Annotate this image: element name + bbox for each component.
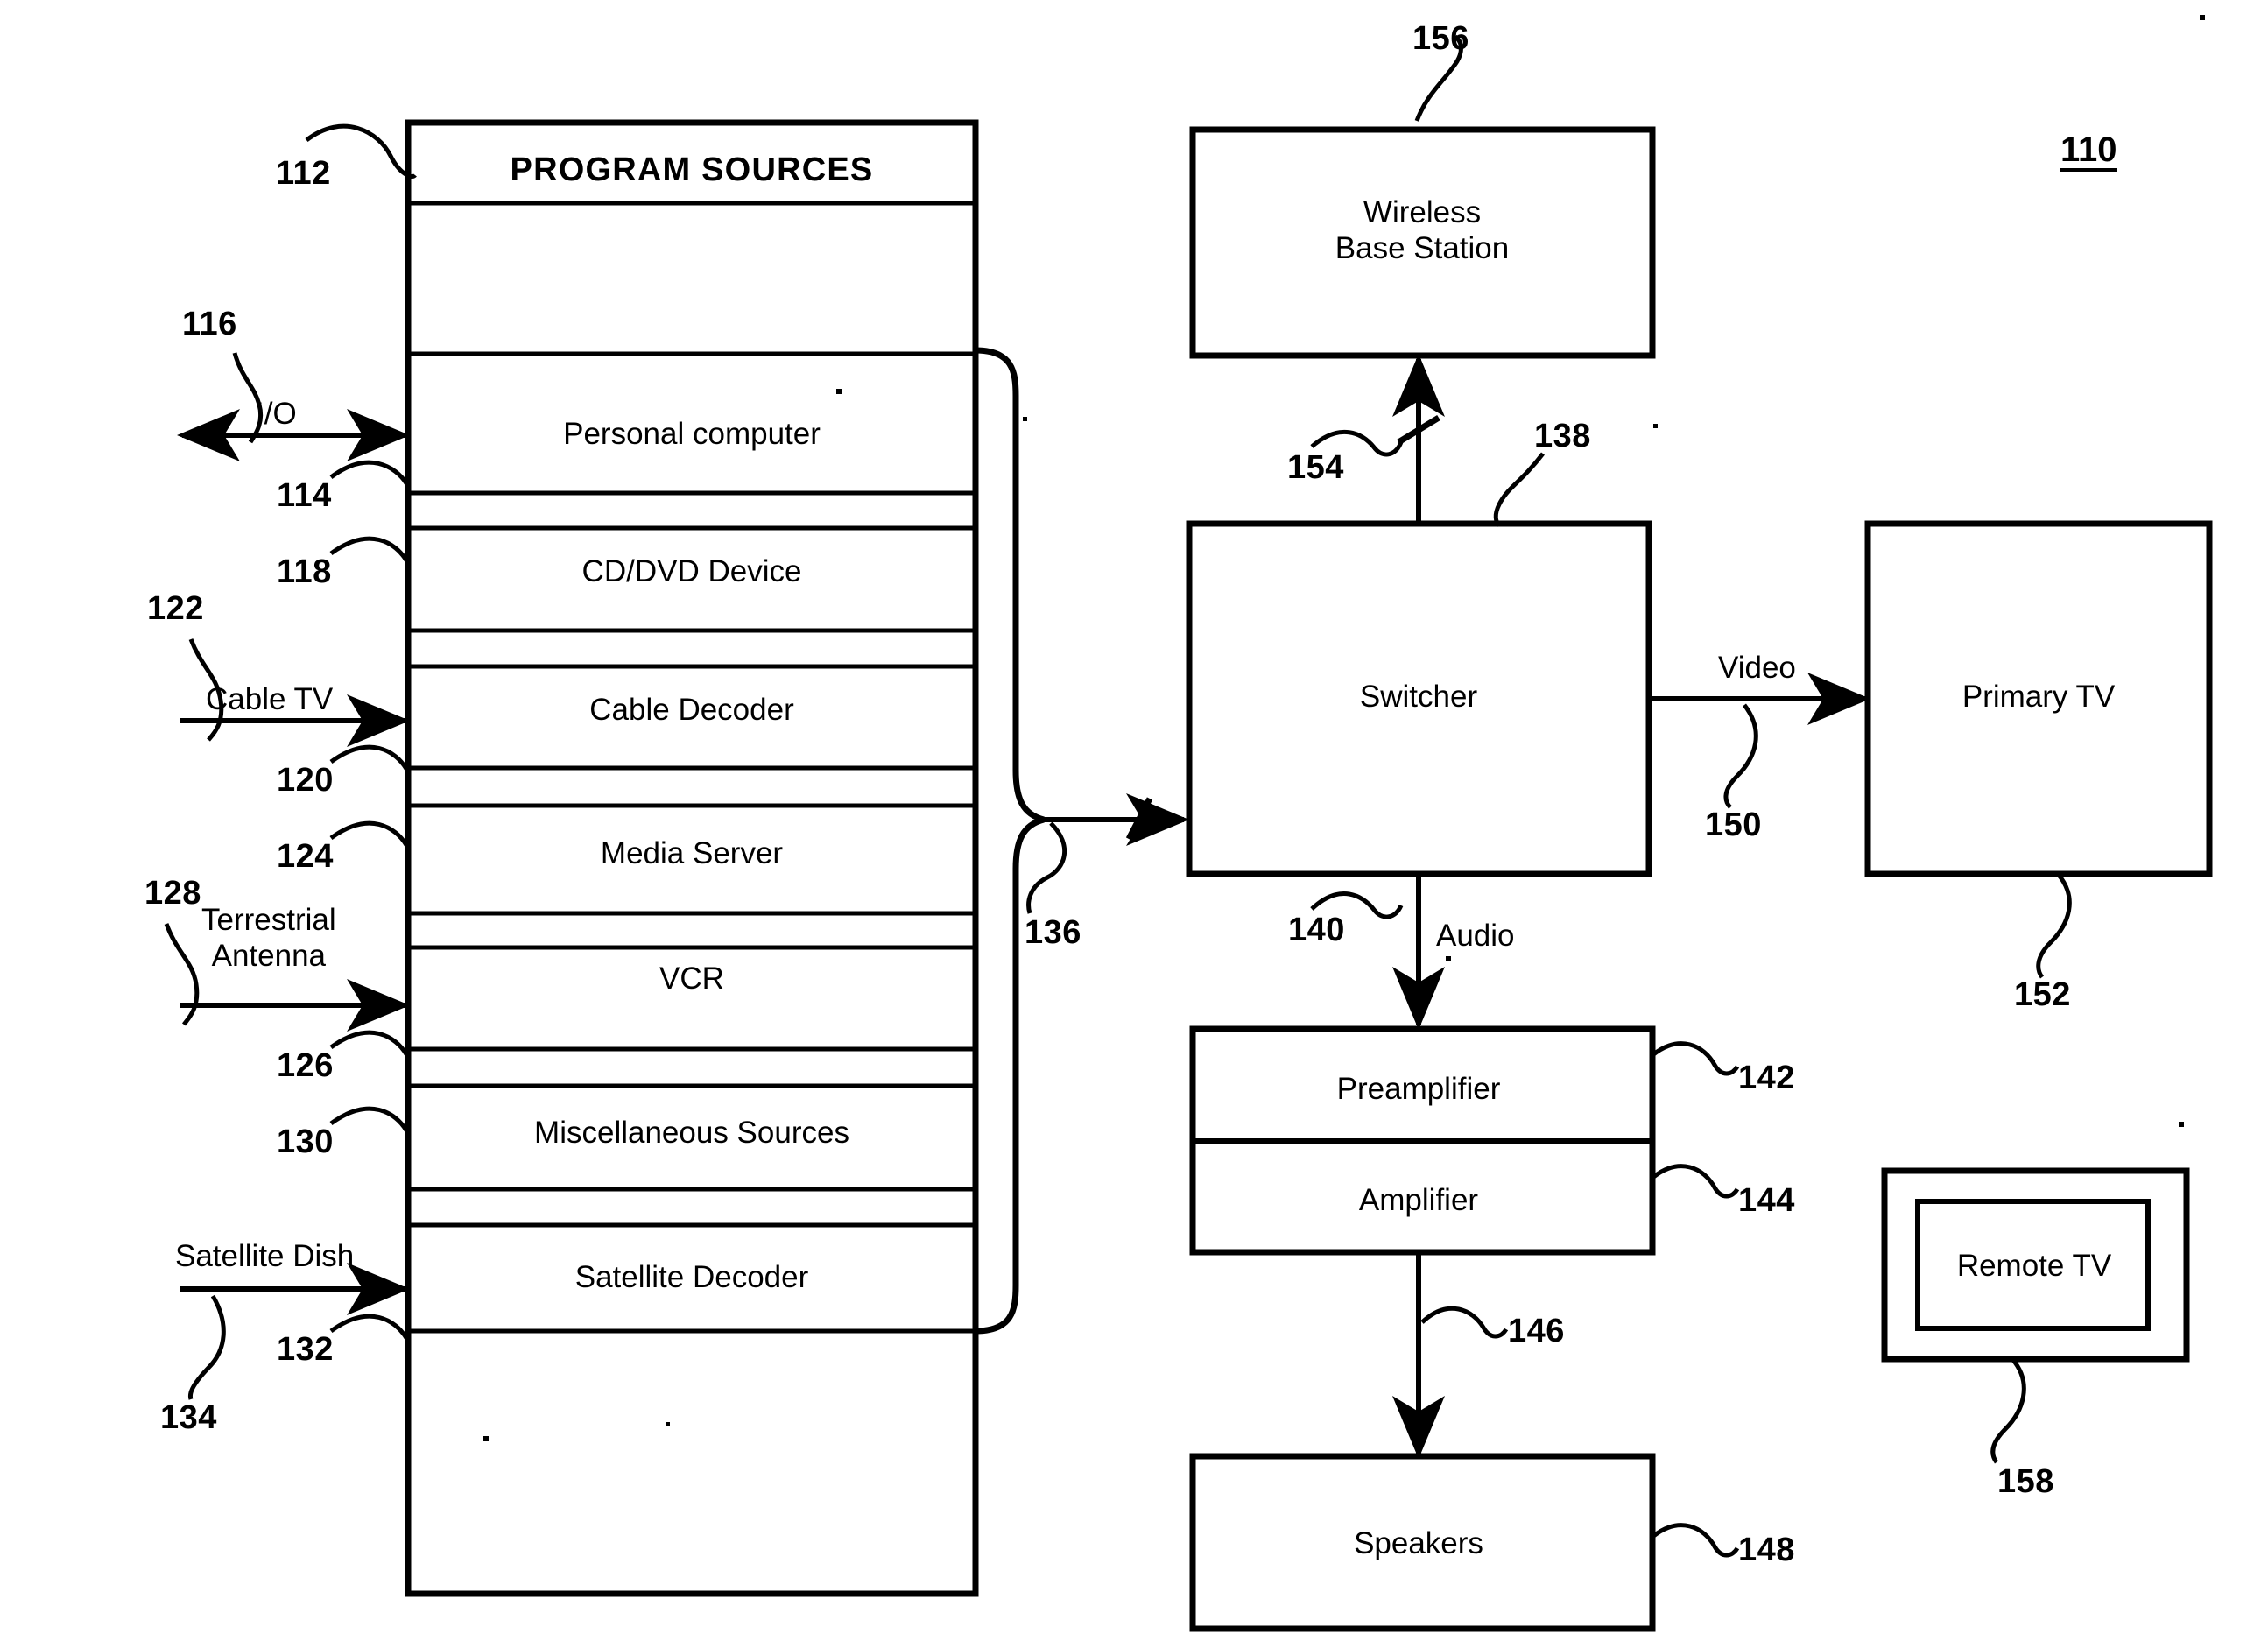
patent-figure: 110 PROGRAM SOURCES 112 Personal compute… (0, 0, 2268, 1641)
leader-146 (1420, 1306, 1509, 1339)
ref-122: 122 (147, 590, 204, 627)
ref-116: 116 (182, 306, 237, 342)
ref-146: 146 (1508, 1313, 1565, 1349)
diagram-vector-layer (164, 34, 2213, 1632)
leader-144 (1651, 1164, 1740, 1199)
ref-142: 142 (1738, 1060, 1795, 1096)
leader-138 (1493, 452, 1545, 527)
ref-148: 148 (1738, 1532, 1795, 1568)
program-source-row-cable-decoder: Cable Decoder (589, 693, 794, 727)
scan-speck (1653, 424, 1658, 428)
ref-154: 154 (1287, 449, 1344, 486)
ref-156: 156 (1412, 20, 1469, 57)
leader-134 (187, 1294, 226, 1400)
wireless-base-station-label: Wireless Base Station (1335, 195, 1510, 266)
scan-speck (836, 389, 842, 394)
ref-150: 150 (1705, 806, 1762, 843)
leader-142 (1651, 1041, 1740, 1076)
program-sources-title: PROGRAM SOURCES (510, 151, 874, 188)
ref-140: 140 (1288, 912, 1345, 948)
leader-114 (329, 460, 409, 485)
program-source-row-satellite-decoder: Satellite Decoder (574, 1260, 809, 1294)
input-label-satellite-dish: Satellite Dish (175, 1239, 355, 1273)
ref-120: 120 (277, 762, 334, 799)
input-label-io: I/O (256, 397, 297, 431)
ref-138: 138 (1534, 418, 1591, 454)
source-bus-bracket (975, 347, 1046, 1335)
ref-132: 132 (277, 1331, 334, 1368)
leader-120 (329, 744, 409, 771)
input-label-terrestrial-antenna: Terrestrial Antenna (201, 903, 336, 974)
program-source-row-miscellaneous-sources: Miscellaneous Sources (534, 1116, 849, 1150)
ref-158: 158 (1997, 1463, 2054, 1500)
ref-124: 124 (277, 838, 334, 875)
scan-speck (483, 1436, 489, 1441)
program-source-row-vcr: VCR (659, 961, 724, 996)
video-edge-label: Video (1718, 651, 1796, 685)
leader-118 (329, 536, 409, 562)
primary-tv-label: Primary TV (1962, 680, 2116, 714)
preamplifier-label: Preamplifier (1336, 1072, 1501, 1106)
speakers-label: Speakers (1354, 1526, 1483, 1560)
leader-132 (329, 1314, 409, 1340)
scan-speck (1023, 417, 1027, 421)
ref-118: 118 (277, 553, 332, 590)
leader-136 (1026, 821, 1067, 914)
leader-128 (164, 923, 200, 1026)
amplifier-label: Amplifier (1358, 1183, 1479, 1217)
figure-id: 110 (2060, 130, 2117, 169)
leader-126 (329, 1030, 409, 1056)
ref-112: 112 (276, 155, 331, 192)
leader-148 (1651, 1523, 1740, 1558)
scan-speck (2200, 15, 2205, 20)
leader-130 (329, 1106, 409, 1132)
ref-130: 130 (277, 1123, 334, 1160)
program-source-row-cd-dvd-device: CD/DVD Device (581, 554, 802, 588)
scan-speck (666, 1422, 670, 1426)
scan-speck (2179, 1122, 2184, 1127)
ref-114: 114 (277, 477, 332, 514)
audio-edge-label: Audio (1436, 919, 1515, 953)
input-label-cable-tv: Cable TV (206, 682, 334, 716)
leader-150 (1723, 703, 1758, 809)
ref-126: 126 (277, 1047, 334, 1084)
leader-124 (329, 820, 409, 847)
ref-128: 128 (144, 875, 201, 912)
ref-152: 152 (2014, 976, 2071, 1013)
switcher-label: Switcher (1359, 680, 1478, 714)
ref-136: 136 (1025, 914, 1081, 951)
amplifier-group-outline (1189, 1025, 1656, 1256)
ref-144: 144 (1738, 1182, 1795, 1219)
remote-tv-label: Remote TV (1956, 1249, 2112, 1283)
program-source-row-media-server: Media Server (600, 836, 784, 870)
scan-speck (1446, 956, 1451, 961)
program-source-row-personal-computer: Personal computer (563, 417, 821, 451)
ref-134: 134 (160, 1399, 217, 1436)
leader-158 (1990, 1357, 2026, 1464)
leader-152 (2036, 872, 2072, 979)
